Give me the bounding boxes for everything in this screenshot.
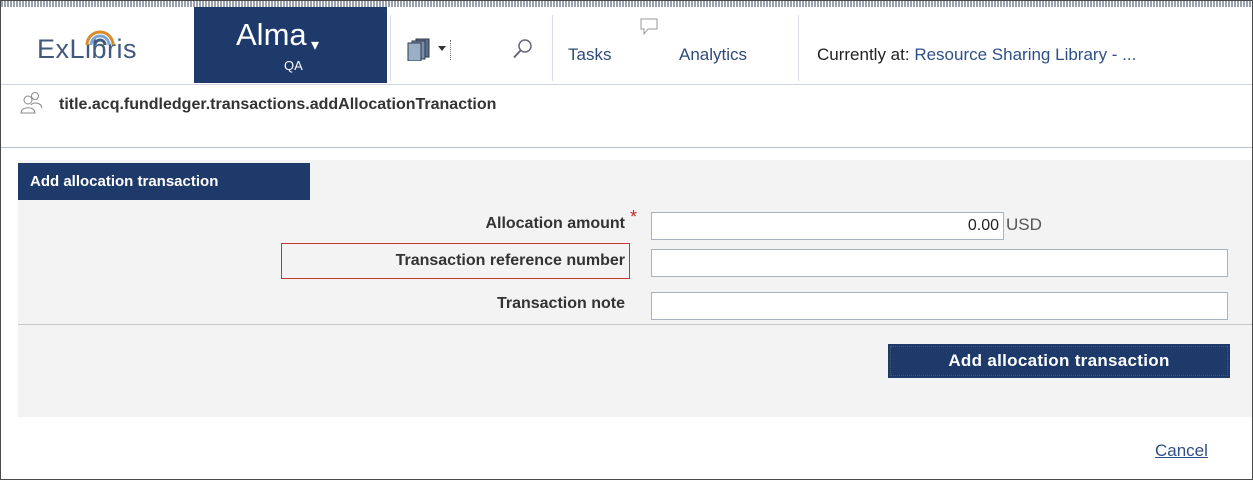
chevron-down-icon: ▾ xyxy=(311,37,320,54)
search-divider xyxy=(450,40,451,60)
required-asterisk: * xyxy=(630,207,638,227)
panel-divider xyxy=(18,324,1252,325)
speech-bubble-icon[interactable] xyxy=(640,18,658,36)
current-location: Currently at: Resource Sharing Library -… xyxy=(817,45,1136,65)
header-strip xyxy=(1,1,1252,7)
section-tab[interactable]: Add allocation transaction xyxy=(18,163,310,200)
users-icon xyxy=(20,92,43,114)
app-frame: ExLibris Alma ▾ QA Tasks Analytics Curre… xyxy=(0,0,1253,480)
exlibris-arc-icon xyxy=(85,30,115,46)
environment-label: QA xyxy=(284,58,303,73)
cancel-link[interactable]: Cancel xyxy=(1155,441,1208,461)
persistent-search xyxy=(404,36,540,64)
title-divider xyxy=(1,147,1252,148)
transaction-reference-input[interactable] xyxy=(651,249,1228,277)
header-divider xyxy=(390,15,391,81)
page-title: title.acq.fundledger.transactions.addAll… xyxy=(59,96,497,113)
header-divider xyxy=(798,15,799,81)
dropdown-arrow-icon[interactable] xyxy=(438,46,446,51)
nav-analytics-link[interactable]: Analytics xyxy=(679,45,747,65)
alma-menu-button[interactable]: Alma ▾ QA xyxy=(194,7,387,83)
allocation-amount-label: Allocation amount xyxy=(485,215,625,232)
search-input[interactable] xyxy=(452,38,506,62)
add-allocation-transaction-button[interactable]: Add allocation transaction xyxy=(888,344,1230,378)
currency-label: USD xyxy=(1006,215,1042,234)
allocation-amount-input[interactable] xyxy=(651,212,1004,240)
location-label: Currently at: xyxy=(817,45,915,64)
transaction-reference-label: Transaction reference number xyxy=(395,252,625,269)
books-icon[interactable] xyxy=(407,37,433,61)
transaction-note-input[interactable] xyxy=(651,292,1228,320)
form-panel: Add allocation transaction Allocation am… xyxy=(18,160,1252,417)
exlibris-logo[interactable]: ExLibris xyxy=(37,30,137,74)
top-header: ExLibris Alma ▾ QA Tasks Analytics Curre… xyxy=(1,1,1252,85)
location-link[interactable]: Resource Sharing Library - ... xyxy=(914,45,1136,64)
product-name: Alma xyxy=(236,17,307,52)
page-title-bar: title.acq.fundledger.transactions.addAll… xyxy=(1,85,1252,127)
magnifier-icon[interactable] xyxy=(512,38,534,60)
header-divider xyxy=(552,15,553,81)
transaction-note-label: Transaction note xyxy=(496,295,625,312)
nav-tasks-link[interactable]: Tasks xyxy=(568,45,611,65)
